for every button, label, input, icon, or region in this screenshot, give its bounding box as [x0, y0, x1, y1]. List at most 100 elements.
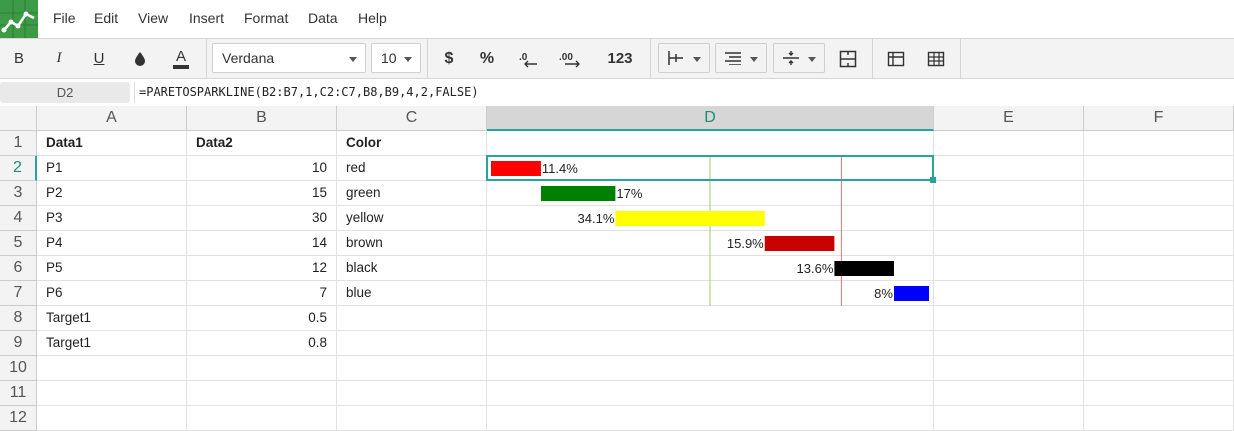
cell-d11[interactable] [487, 381, 934, 406]
cell-f6[interactable] [1084, 256, 1234, 281]
cell-c4[interactable]: yellow [337, 206, 487, 231]
row-header-6[interactable]: 6 [0, 256, 37, 281]
underline-button[interactable]: U [86, 39, 112, 78]
cell-f8[interactable] [1084, 306, 1234, 331]
menu-help[interactable]: Help [358, 10, 387, 26]
row-header-9[interactable]: 9 [0, 331, 37, 356]
cell-b3[interactable]: 15 [187, 181, 337, 206]
menu-file[interactable]: File [53, 10, 76, 26]
font-family-select[interactable]: Verdana [212, 43, 366, 73]
borders-dropdown[interactable] [658, 43, 710, 73]
cell-c11[interactable] [337, 381, 487, 406]
cell-b4[interactable]: 30 [187, 206, 337, 231]
cell-f4[interactable] [1084, 206, 1234, 231]
cell-c10[interactable] [337, 356, 487, 381]
cell-d9[interactable] [487, 331, 934, 356]
cell-c8[interactable] [337, 306, 487, 331]
column-header-c[interactable]: C [337, 106, 487, 131]
horizontal-align-dropdown[interactable] [715, 43, 767, 73]
percent-format-button[interactable]: % [474, 39, 500, 78]
text-color-icon[interactable]: A [168, 39, 194, 78]
row-header-4[interactable]: 4 [0, 206, 37, 231]
cell-a11[interactable] [37, 381, 187, 406]
cell-e11[interactable] [934, 381, 1084, 406]
row-header-8[interactable]: 8 [0, 306, 37, 331]
fill-color-icon[interactable] [127, 39, 153, 78]
cell-e4[interactable] [934, 206, 1084, 231]
cell-c6[interactable]: black [337, 256, 487, 281]
row-header-1[interactable]: 1 [0, 131, 37, 156]
cell-b2[interactable]: 10 [187, 156, 337, 181]
cell-c9[interactable] [337, 331, 487, 356]
cell-b7[interactable]: 7 [187, 281, 337, 306]
cell-a1[interactable]: Data1 [37, 131, 187, 156]
cell-e9[interactable] [934, 331, 1084, 356]
row-header-5[interactable]: 5 [0, 231, 37, 256]
bold-button[interactable]: B [6, 39, 32, 78]
cell-a6[interactable]: P5 [37, 256, 187, 281]
cell-b9[interactable]: 0.8 [187, 331, 337, 356]
cell-e7[interactable] [934, 281, 1084, 306]
cell-reference-box[interactable]: D2 [0, 82, 130, 103]
cell-e6[interactable] [934, 256, 1084, 281]
cell-e5[interactable] [934, 231, 1084, 256]
cell-a9[interactable]: Target1 [37, 331, 187, 356]
cell-a3[interactable]: P2 [37, 181, 187, 206]
number-format-button[interactable]: 123 [600, 39, 640, 78]
row-header-3[interactable]: 3 [0, 181, 37, 206]
cell-a2[interactable]: P1 [37, 156, 187, 181]
menu-format[interactable]: Format [244, 10, 288, 26]
cell-f5[interactable] [1084, 231, 1234, 256]
cell-f11[interactable] [1084, 381, 1234, 406]
cell-c7[interactable]: blue [337, 281, 487, 306]
row-header-7[interactable]: 7 [0, 281, 37, 306]
column-header-d[interactable]: D [487, 106, 934, 131]
cell-f10[interactable] [1084, 356, 1234, 381]
cell-c1[interactable]: Color [337, 131, 487, 156]
cell-b6[interactable]: 12 [187, 256, 337, 281]
cell-b10[interactable] [187, 356, 337, 381]
cell-b12[interactable] [187, 406, 337, 431]
cell-e12[interactable] [934, 406, 1084, 431]
column-header-a[interactable]: A [37, 106, 187, 131]
cell-e3[interactable] [934, 181, 1084, 206]
menu-edit[interactable]: Edit [94, 10, 118, 26]
cell-f12[interactable] [1084, 406, 1234, 431]
cell-e8[interactable] [934, 306, 1084, 331]
cell-b1[interactable]: Data2 [187, 131, 337, 156]
cell-c2[interactable]: red [337, 156, 487, 181]
row-header-10[interactable]: 10 [0, 356, 37, 381]
decrease-decimal-button[interactable]: .0 [516, 39, 542, 78]
cell-c3[interactable]: green [337, 181, 487, 206]
cell-a12[interactable] [37, 406, 187, 431]
cell-c5[interactable]: brown [337, 231, 487, 256]
italic-button[interactable]: I [46, 39, 72, 78]
cell-e2[interactable] [934, 156, 1084, 181]
cell-b5[interactable]: 14 [187, 231, 337, 256]
currency-format-button[interactable]: $ [436, 39, 462, 78]
freeze-columns-icon[interactable] [923, 39, 949, 78]
cell-d1[interactable] [487, 131, 934, 156]
formula-input[interactable]: =PARETOSPARKLINE(B2:B7,1,C2:C7,B8,B9,4,2… [134, 82, 1234, 103]
cell-f9[interactable] [1084, 331, 1234, 356]
cell-b8[interactable]: 0.5 [187, 306, 337, 331]
cell-f2[interactable] [1084, 156, 1234, 181]
cell-a5[interactable]: P4 [37, 231, 187, 256]
cell-a7[interactable]: P6 [37, 281, 187, 306]
column-header-b[interactable]: B [187, 106, 337, 131]
cell-c12[interactable] [337, 406, 487, 431]
cell-d10[interactable] [487, 356, 934, 381]
vertical-align-dropdown[interactable] [773, 43, 825, 73]
fill-handle[interactable] [930, 177, 936, 183]
increase-decimal-button[interactable]: .00 [556, 39, 586, 78]
column-header-f[interactable]: F [1084, 106, 1234, 131]
cell-a8[interactable]: Target1 [37, 306, 187, 331]
row-header-12[interactable]: 12 [0, 406, 37, 431]
cell-a4[interactable]: P3 [37, 206, 187, 231]
menu-insert[interactable]: Insert [189, 10, 224, 26]
column-header-e[interactable]: E [934, 106, 1084, 131]
cell-e10[interactable] [934, 356, 1084, 381]
font-size-select[interactable]: 10 [371, 43, 421, 73]
freeze-rows-icon[interactable] [883, 39, 909, 78]
cell-d8[interactable] [487, 306, 934, 331]
